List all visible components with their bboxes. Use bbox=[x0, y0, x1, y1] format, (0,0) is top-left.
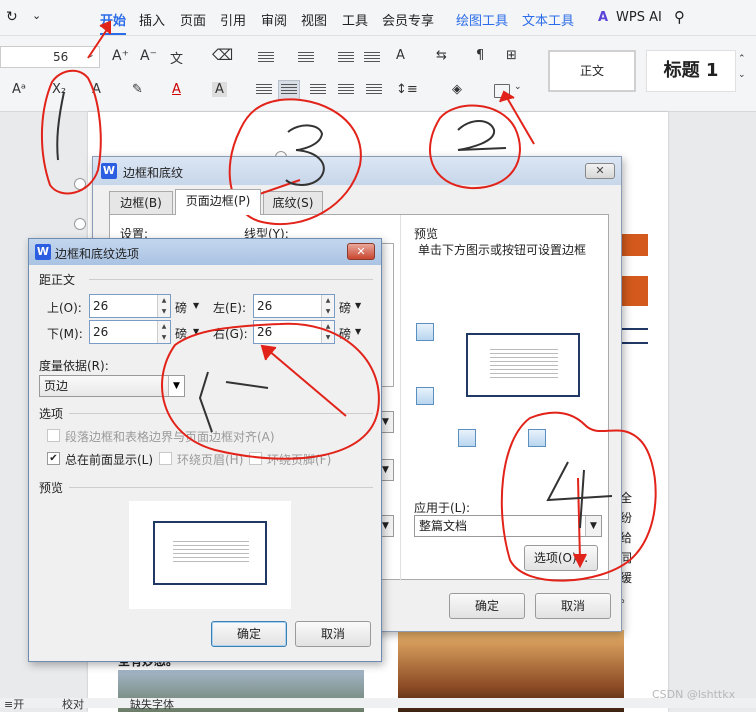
tab-page-border[interactable]: 页面边框(P) bbox=[175, 189, 261, 215]
status-missing-font[interactable]: 缺失字体 bbox=[130, 696, 174, 712]
annotation-arrowhead-2 bbox=[499, 90, 515, 103]
annotation-digit-1 bbox=[56, 91, 65, 161]
annotation-arrowhead-5 bbox=[260, 344, 277, 361]
annotation-overlay bbox=[40, 20, 657, 582]
watermark: CSDN @lshttkx bbox=[652, 688, 736, 701]
annotation-digit-3 bbox=[285, 124, 325, 186]
status-left[interactable]: ≡开 bbox=[4, 696, 24, 712]
annotation-digit-2 bbox=[457, 120, 507, 151]
annotation-arrow-5 bbox=[267, 349, 347, 417]
annotation-circle-1 bbox=[40, 69, 102, 195]
annotation-circle-5 bbox=[161, 322, 380, 460]
annotation-arrowhead-4 bbox=[573, 553, 587, 569]
annotation-digit-4 bbox=[546, 461, 613, 529]
status-proof[interactable]: 校对 bbox=[62, 696, 84, 712]
annotation-arrow-1 bbox=[87, 27, 109, 59]
annotation-digit-5 bbox=[198, 371, 269, 433]
status-bar: ≡开 校对 缺失字体 bbox=[0, 698, 756, 711]
